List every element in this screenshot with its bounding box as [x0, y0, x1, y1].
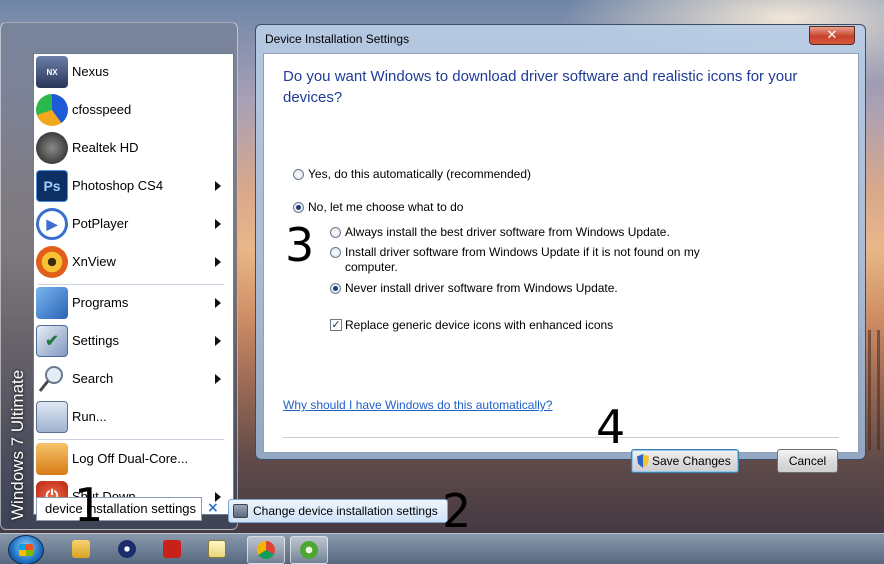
submenu-arrow-icon: [215, 298, 221, 308]
menu-item-photoshop[interactable]: Ps Photoshop CS4: [34, 168, 233, 204]
submenu-arrow-icon: [215, 336, 221, 346]
utorrent-icon: [300, 541, 318, 559]
menu-item-cfosspeed[interactable]: cfosspeed: [34, 92, 233, 128]
dialog-divider: [283, 437, 839, 438]
submenu-arrow-icon: [215, 181, 221, 191]
submenu-arrow-icon: [215, 219, 221, 229]
sub-option-always-label: Always install the best driver software …: [345, 225, 670, 239]
media-player-icon[interactable]: [118, 540, 136, 558]
device-installation-dialog: Device Installation Settings ✕ Do you wa…: [255, 24, 866, 473]
notepad-icon[interactable]: [208, 540, 226, 558]
menu-item-label: Realtek HD: [72, 140, 139, 155]
menu-item-settings[interactable]: ✔ Settings: [34, 323, 233, 359]
menu-item-programs[interactable]: Programs: [34, 285, 233, 321]
nexus-icon: NX: [36, 56, 68, 88]
pdf-icon[interactable]: [163, 540, 181, 558]
menu-item-label: cfosspeed: [72, 102, 132, 117]
menu-item-label: Settings: [72, 333, 119, 348]
menu-item-label: Photoshop CS4: [72, 178, 164, 193]
menu-item-potplayer[interactable]: ▶ PotPlayer: [34, 206, 233, 242]
taskbar-button-utorrent[interactable]: [290, 536, 328, 564]
step-marker-4: 4: [596, 400, 626, 454]
step-marker-2: 2: [442, 484, 472, 538]
clear-search-icon[interactable]: ×: [207, 500, 221, 516]
menu-item-realtek[interactable]: Realtek HD: [34, 130, 233, 166]
uac-shield-icon: [637, 454, 649, 468]
menu-item-search[interactable]: Search: [34, 361, 233, 397]
sub-option-if-not-found-label: Install driver software from Windows Upd…: [345, 245, 700, 274]
search-result-label: Change device installation settings: [253, 504, 438, 518]
radio-never-install[interactable]: [330, 283, 341, 294]
chrome-icon: [257, 541, 275, 559]
submenu-arrow-icon: [215, 257, 221, 267]
cancel-button[interactable]: Cancel: [777, 449, 838, 473]
menu-item-label: Nexus: [72, 64, 109, 79]
cfosspeed-icon: [36, 94, 68, 126]
cancel-label: Cancel: [788, 454, 827, 468]
os-edition-label: Windows 7 Ultimate: [8, 369, 27, 520]
replace-icons-label: Replace generic device icons with enhanc…: [345, 318, 614, 332]
menu-item-label: Run...: [72, 409, 107, 424]
start-menu: Windows 7 Ultimate NX Nexus cfosspeed Re…: [0, 22, 238, 530]
start-button[interactable]: [8, 535, 44, 564]
dialog-body: Do you want Windows to download driver s…: [263, 53, 859, 473]
save-changes-label: Save Changes: [652, 454, 731, 468]
device-settings-icon: [233, 504, 248, 518]
close-button[interactable]: ✕: [809, 26, 855, 45]
radio-install-if-not-found[interactable]: [330, 247, 341, 258]
menu-item-run[interactable]: Run...: [34, 399, 233, 435]
xnview-icon: [36, 246, 68, 278]
sub-option-never-label: Never install driver software from Windo…: [345, 281, 618, 295]
radio-no-choose[interactable]: [293, 202, 304, 213]
start-search-input[interactable]: device installation settings: [36, 497, 202, 521]
submenu-arrow-icon: [215, 374, 221, 384]
option-yes-label: Yes, do this automatically (recommended): [308, 167, 531, 181]
help-link[interactable]: Why should I have Windows do this automa…: [283, 398, 552, 412]
save-changes-button[interactable]: Save Changes: [631, 449, 739, 473]
option-no-label: No, let me choose what to do: [308, 200, 464, 214]
taskbar-button-chrome[interactable]: [247, 536, 285, 564]
search-icon: [36, 363, 68, 395]
programs-icon: [36, 287, 68, 319]
replace-icons-checkbox[interactable]: ✓: [330, 319, 342, 331]
explorer-icon[interactable]: [72, 540, 90, 558]
search-result-item[interactable]: Change device installation settings: [228, 499, 448, 523]
menu-item-xnview[interactable]: XnView: [34, 244, 233, 280]
radio-always-install[interactable]: [330, 227, 341, 238]
radio-yes-automatic[interactable]: [293, 169, 304, 180]
photoshop-icon: Ps: [36, 170, 68, 202]
start-menu-panel: NX Nexus cfosspeed Realtek HD Ps Photosh…: [33, 53, 234, 515]
menu-item-label: Programs: [72, 295, 129, 310]
dialog-question: Do you want Windows to download driver s…: [283, 68, 798, 106]
menu-item-label: Search: [72, 371, 114, 386]
run-icon: [36, 401, 68, 433]
menu-item-label: PotPlayer: [72, 216, 129, 231]
menu-item-logoff[interactable]: Log Off Dual-Core...: [34, 441, 233, 477]
potplayer-icon: ▶: [36, 208, 68, 240]
taskbar: [0, 533, 884, 564]
menu-item-label: Log Off Dual-Core...: [72, 451, 189, 466]
speaker-icon: [36, 132, 68, 164]
settings-icon: ✔: [36, 325, 68, 357]
step-marker-3: 3: [285, 218, 315, 272]
step-marker-1: 1: [74, 478, 104, 532]
menu-item-label: XnView: [72, 254, 116, 269]
menu-item-nexus[interactable]: NX Nexus: [34, 54, 233, 90]
menu-divider: [38, 439, 224, 440]
dialog-title: Device Installation Settings: [265, 32, 410, 46]
logoff-icon: [36, 443, 68, 475]
